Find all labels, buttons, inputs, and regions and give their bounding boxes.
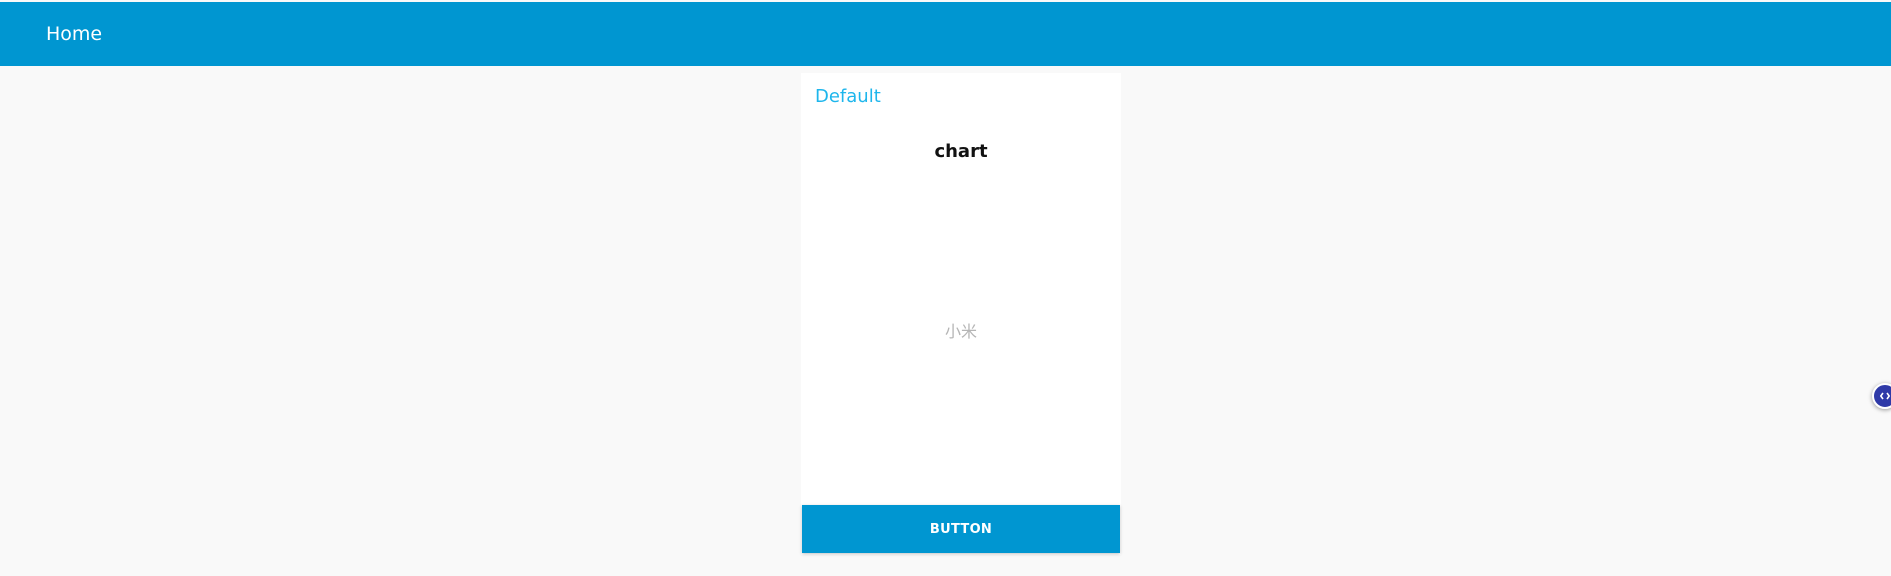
app-header: Home [0, 2, 1891, 66]
code-icon [1880, 392, 1890, 400]
chart-card: Default chart 小米 BUTTON [801, 73, 1121, 555]
floating-dev-widget[interactable] [1872, 383, 1891, 409]
chart-area: chart 小米 [801, 133, 1121, 503]
action-button[interactable]: BUTTON [802, 505, 1120, 553]
card-title: Default [815, 86, 881, 107]
chart-title: chart [934, 141, 988, 162]
page-title: Home [46, 23, 103, 45]
chart-placeholder-label: 小米 [944, 322, 977, 341]
